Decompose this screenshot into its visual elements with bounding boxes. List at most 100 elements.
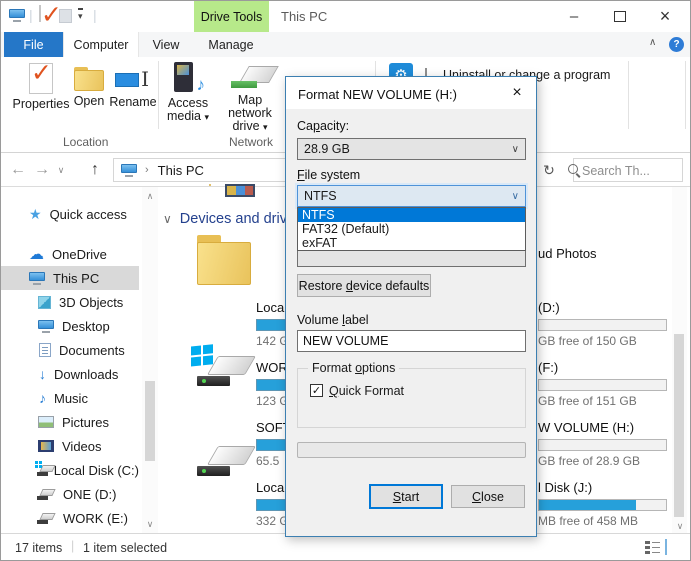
drive-icon — [197, 446, 247, 476]
sidebar-item-pictures[interactable]: Pictures — [1, 410, 139, 434]
sidebar-item-label: Desktop — [62, 319, 110, 334]
sidebar-item-music[interactable]: ♪ Music — [1, 386, 139, 410]
sidebar-scrollbar[interactable]: ∧ ∨ — [142, 187, 158, 533]
dropdown-option-exfat[interactable]: exFAT — [298, 236, 525, 250]
tile-free-text: 65.5 — [256, 454, 279, 468]
scroll-up-icon[interactable]: ∧ — [142, 189, 158, 203]
sidebar-item-onedrive[interactable]: ☁ OneDrive — [1, 242, 139, 266]
capacity-combobox[interactable]: 28.9 GB ∨ — [297, 138, 526, 160]
dialog-title: Format NEW VOLUME (H:) — [298, 87, 457, 102]
volume-label-input[interactable] — [297, 330, 526, 352]
rename-label: Rename — [109, 96, 156, 109]
refresh-icon[interactable]: ↻ — [540, 153, 558, 187]
forward-icon[interactable]: → — [33, 153, 51, 187]
map-network-drive-icon — [231, 66, 269, 90]
sidebar-item-one-d[interactable]: ONE (D:) — [1, 482, 139, 506]
sidebar-item-quick-access[interactable]: ★ Quick access — [1, 202, 139, 226]
maximize-button[interactable] — [603, 1, 637, 31]
access-media-button[interactable]: ♪ Accessmedia ▾ — [163, 62, 213, 124]
help-icon[interactable]: ? — [669, 37, 684, 52]
search-box[interactable] — [573, 158, 683, 182]
maximize-icon — [614, 11, 626, 22]
qat-customize-icon[interactable]: ▾ — [78, 8, 83, 22]
tab-computer[interactable]: Computer — [63, 32, 139, 57]
quick-format-checkbox[interactable]: ✓ — [310, 384, 323, 397]
open-folder-icon — [74, 67, 104, 91]
file-system-label: File system — [297, 168, 360, 182]
tab-file[interactable]: File — [4, 32, 63, 57]
dropdown-option-ntfs[interactable]: NTFS — [298, 208, 525, 222]
open-button[interactable]: Open — [69, 67, 109, 108]
sidebar-item-this-pc[interactable]: This PC — [1, 266, 139, 290]
breadcrumb[interactable]: This PC — [158, 163, 204, 178]
file-system-combobox[interactable]: NTFS ∨ — [297, 185, 526, 207]
selected-count: 1 item selected — [83, 541, 167, 555]
back-icon[interactable]: ← — [9, 153, 27, 187]
rename-button[interactable]: I Rename — [111, 66, 155, 109]
dropdown-option-fat32[interactable]: FAT32 (Default) — [298, 222, 525, 236]
scroll-down-icon[interactable]: ∨ — [672, 519, 688, 533]
sidebar-item-local-disk-c[interactable]: Local Disk (C:) — [1, 458, 139, 482]
folder-tile-icon[interactable] — [197, 235, 251, 285]
sidebar-item-label: Downloads — [54, 367, 118, 382]
sidebar-item-label: Documents — [59, 343, 125, 358]
tile-free-text: GB free of 151 GB — [538, 394, 637, 408]
minimize-button[interactable]: – — [557, 1, 591, 31]
close-button[interactable]: × — [648, 1, 682, 31]
capacity-bar — [256, 499, 288, 511]
sidebar-item-downloads[interactable]: ↓ Downloads — [1, 362, 139, 386]
recent-locations-icon[interactable]: ∨ — [55, 153, 67, 187]
ribbon-separator-4 — [685, 61, 686, 129]
tile-label-icloud-photos[interactable]: ud Photos — [538, 246, 597, 261]
section-collapse-icon[interactable]: ∨ — [163, 212, 172, 226]
collapse-ribbon-icon[interactable]: ∧ — [649, 37, 656, 48]
dialog-close-icon[interactable]: × — [506, 83, 528, 103]
restore-defaults-button[interactable]: Restore device defaults — [297, 274, 431, 297]
up-icon[interactable]: ↑ — [85, 153, 105, 187]
section-heading[interactable]: ∨Devices and drives — [163, 211, 302, 227]
drive-tools-contextual-tab[interactable]: Drive Tools — [194, 1, 269, 32]
tile-free-text: 142 G — [256, 334, 289, 348]
sidebar-item-work-e[interactable]: WORK (E:) — [1, 506, 139, 530]
tab-view[interactable]: View — [139, 32, 193, 57]
this-pc-icon — [121, 164, 137, 177]
sidebar-item-label: Videos — [62, 439, 102, 454]
main-scrollbar[interactable]: ∨ — [672, 187, 687, 533]
map-network-drive-button[interactable]: Map networkdrive ▾ — [217, 66, 283, 134]
rename-icon: I — [115, 66, 151, 92]
ribbon-separator — [158, 61, 159, 129]
capacity-bar — [256, 379, 288, 391]
breadcrumb-chevron-icon[interactable]: › — [145, 164, 149, 176]
ribbon-tab-row: File Computer View Manage ∧ ? — [1, 32, 690, 58]
close-dialog-button[interactable]: Close — [451, 485, 525, 508]
sidebar-item-3d-objects[interactable]: 3D Objects — [1, 290, 139, 314]
scrollbar-thumb[interactable] — [145, 381, 155, 461]
properties-label: Properties — [13, 98, 70, 111]
scrollbar-thumb[interactable] — [674, 334, 684, 517]
quick-format-label[interactable]: Quick Format — [329, 384, 404, 398]
start-button[interactable]: Start — [369, 484, 443, 509]
tile-label: (F:) — [538, 360, 558, 375]
tile-free-text: 123 G — [256, 394, 289, 408]
capacity-bar — [538, 499, 667, 511]
large-icons-view-icon[interactable] — [665, 539, 667, 555]
sidebar-item-videos[interactable]: Videos — [1, 434, 139, 458]
sidebar-item-desktop[interactable]: Desktop — [1, 314, 139, 338]
items-count: 17 items — [15, 541, 62, 555]
picture-icon — [38, 416, 54, 428]
map-drive-label1: Map network — [228, 93, 272, 120]
qat-new-folder-icon[interactable] — [59, 9, 72, 23]
capacity-bar-fill — [539, 500, 636, 510]
tile-free-text: 332 G — [256, 514, 289, 528]
dialog-title-bar: Format NEW VOLUME (H:) × — [286, 77, 536, 109]
sidebar-item-label: WORK (E:) — [63, 511, 128, 526]
scroll-down-icon[interactable]: ∨ — [142, 517, 158, 531]
properties-button[interactable]: Properties — [15, 63, 67, 111]
sidebar-item-documents[interactable]: Documents — [1, 338, 139, 362]
music-note-icon: ♪ — [39, 390, 46, 406]
qat-properties-icon[interactable] — [39, 6, 41, 21]
check-icon: ✓ — [312, 384, 321, 397]
sidebar-item-label: Local Disk (C:) — [54, 463, 139, 478]
tab-manage[interactable]: Manage — [193, 32, 269, 57]
search-input[interactable] — [580, 160, 664, 182]
